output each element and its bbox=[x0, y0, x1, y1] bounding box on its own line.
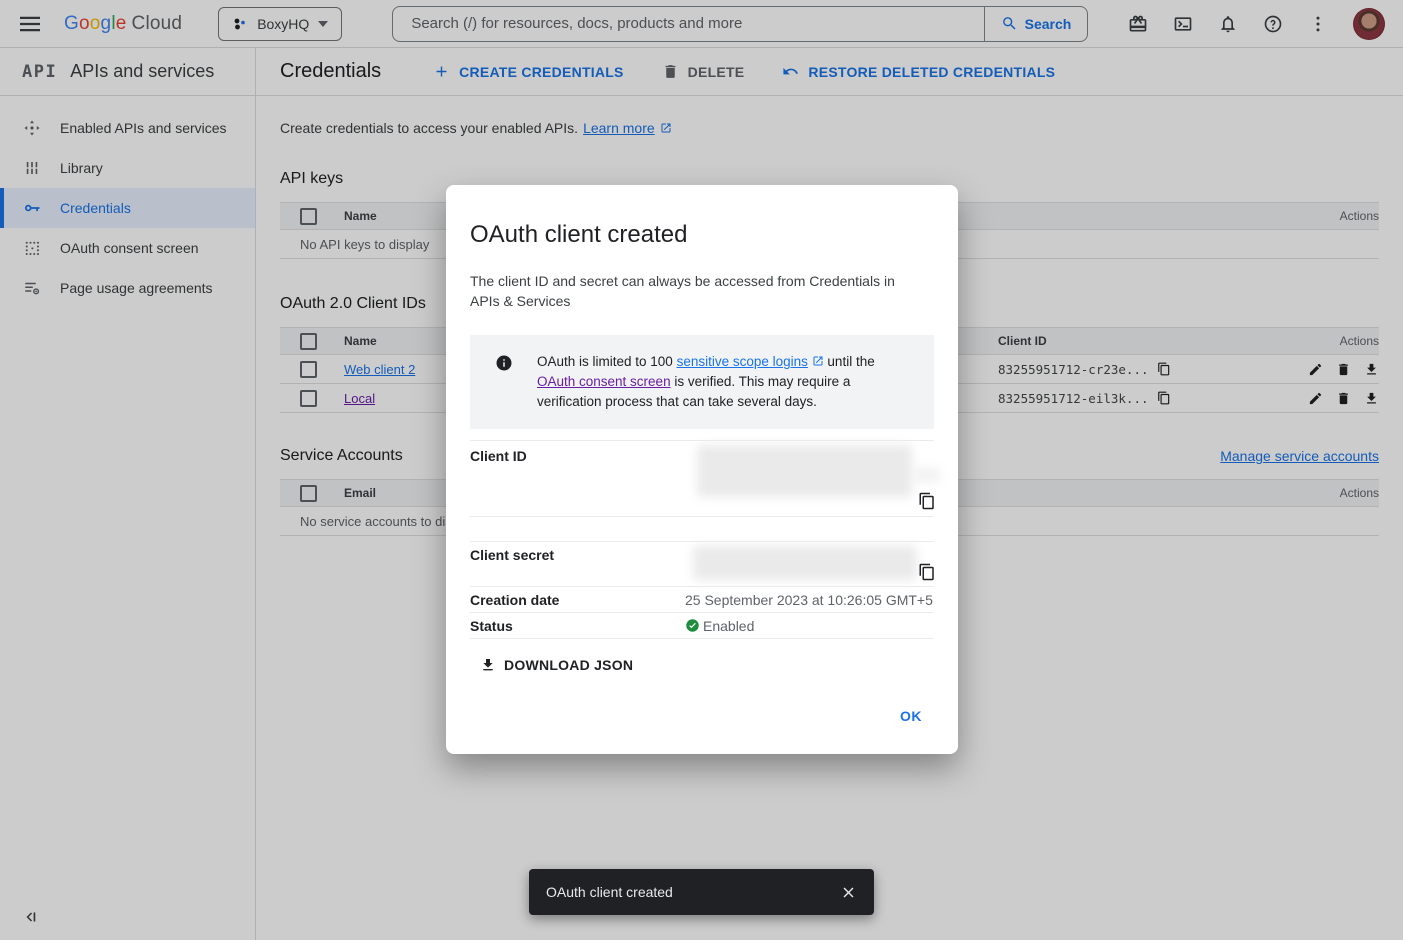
download-json-button[interactable]: DOWNLOAD JSON bbox=[470, 651, 643, 679]
check-circle-icon bbox=[685, 618, 700, 633]
creation-date-label: Creation date bbox=[470, 592, 685, 608]
client-secret-value-redacted bbox=[685, 542, 934, 586]
note-text: OAuth is limited to 100 bbox=[537, 354, 677, 369]
snackbar-close-button[interactable] bbox=[830, 874, 866, 910]
status-label: Status bbox=[470, 618, 685, 634]
redacted-blur bbox=[697, 445, 912, 497]
client-id-label: Client ID bbox=[470, 441, 685, 516]
download-icon bbox=[480, 657, 496, 673]
client-details: Client ID Client secret Creation date 25… bbox=[470, 440, 934, 639]
oauth-client-created-dialog: OAuth client created The client ID and s… bbox=[446, 185, 958, 754]
note-text: until the bbox=[824, 354, 875, 369]
snackbar-text: OAuth client created bbox=[546, 884, 673, 900]
copy-icon bbox=[918, 563, 936, 581]
info-banner-text: OAuth is limited to 100 sensitive scope … bbox=[537, 352, 914, 412]
snackbar: OAuth client created bbox=[529, 869, 874, 915]
redacted-blur bbox=[913, 468, 940, 482]
info-banner: OAuth is limited to 100 sensitive scope … bbox=[470, 335, 934, 429]
status-badge: Enabled bbox=[703, 618, 754, 634]
client-secret-label: Client secret bbox=[470, 542, 685, 586]
status-value: Enabled bbox=[685, 618, 934, 634]
copy-icon bbox=[918, 492, 936, 510]
close-icon bbox=[840, 884, 857, 901]
redacted-blur bbox=[693, 546, 917, 580]
creation-date-row: Creation date 25 September 2023 at 10:26… bbox=[470, 587, 934, 613]
copy-client-id-button[interactable] bbox=[918, 492, 936, 510]
client-id-row: Client ID bbox=[470, 441, 934, 517]
ok-button[interactable]: OK bbox=[888, 700, 934, 732]
dialog-body-text: The client ID and secret can always be a… bbox=[470, 271, 920, 311]
status-row: Status Enabled bbox=[470, 613, 934, 639]
oauth-consent-screen-link[interactable]: OAuth consent screen bbox=[537, 374, 671, 389]
spacer-row bbox=[470, 517, 934, 542]
dialog-title: OAuth client created bbox=[470, 221, 934, 249]
download-json-label: DOWNLOAD JSON bbox=[504, 657, 633, 673]
creation-date-value: 25 September 2023 at 10:26:05 GMT+5 bbox=[685, 592, 934, 608]
copy-client-secret-button[interactable] bbox=[918, 563, 936, 581]
info-icon bbox=[495, 354, 513, 372]
client-id-value-redacted bbox=[685, 441, 934, 516]
client-secret-row: Client secret bbox=[470, 542, 934, 587]
sensitive-scope-logins-link[interactable]: sensitive scope logins bbox=[677, 354, 808, 369]
external-link-icon bbox=[812, 355, 824, 367]
